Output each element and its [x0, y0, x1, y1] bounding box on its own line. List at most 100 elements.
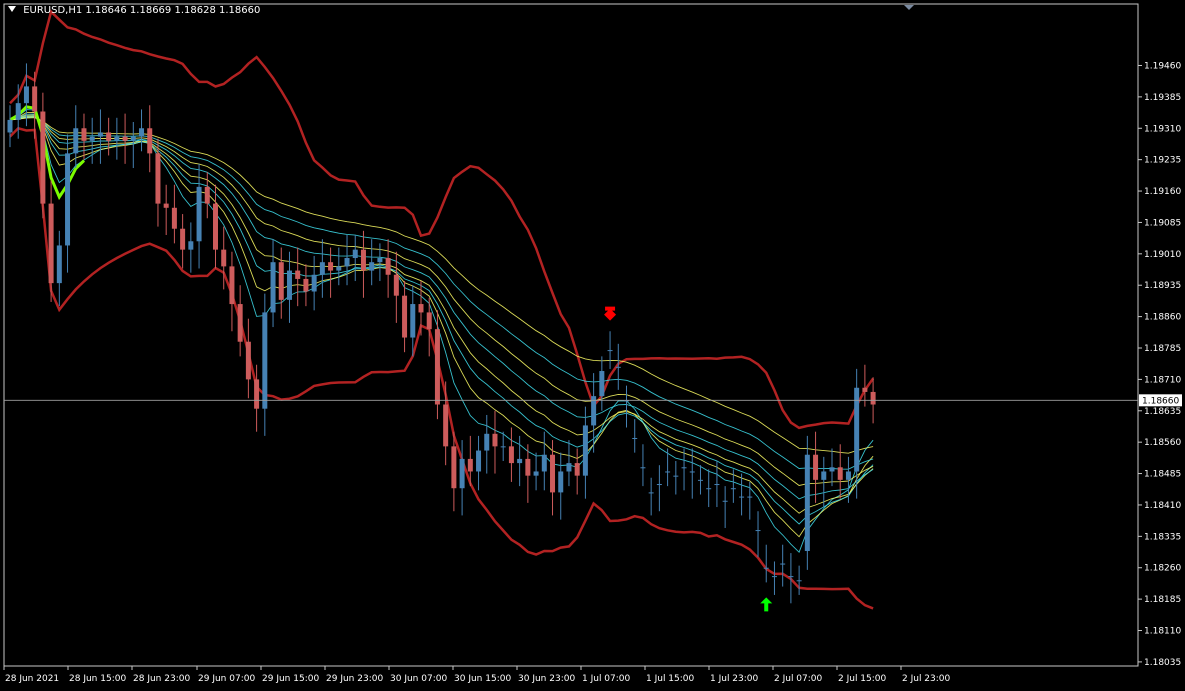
- y-tick-label: 1.18935: [1144, 281, 1181, 291]
- candle-body: [755, 530, 761, 532]
- candle-body: [303, 278, 309, 292]
- candle: [574, 448, 580, 495]
- candle-body: [550, 454, 556, 493]
- x-tick-label: 29 Jun 07:00: [198, 674, 255, 684]
- candle-body: [270, 262, 276, 313]
- candle-body: [459, 458, 465, 489]
- candle-body: [722, 500, 728, 502]
- candle-body: [15, 103, 21, 120]
- candle-body: [402, 295, 408, 338]
- candle-body: [147, 128, 153, 154]
- signal-arrows: [604, 306, 773, 612]
- candle-body: [821, 471, 827, 480]
- candle-body: [89, 136, 95, 141]
- candle: [673, 461, 679, 495]
- candle-body: [517, 458, 523, 464]
- candle: [344, 234, 350, 286]
- candle: [188, 222, 194, 273]
- candle: [295, 247, 301, 307]
- candle: [648, 477, 654, 516]
- candle: [697, 465, 703, 495]
- candle-body: [804, 454, 810, 551]
- candle: [689, 448, 695, 499]
- ema-line: [9, 116, 874, 486]
- candle-body: [106, 132, 112, 141]
- candle: [360, 230, 366, 298]
- candle-body: [525, 458, 531, 476]
- x-tick-label: 30 Jun 07:00: [390, 674, 447, 684]
- y-tick-label: 1.19010: [1144, 250, 1181, 260]
- y-tick-label: 1.18260: [1144, 564, 1181, 574]
- candle-body: [706, 488, 712, 490]
- candle: [97, 109, 103, 164]
- candle: [7, 105, 13, 148]
- x-tick-label: 28 Jun 2021: [5, 674, 59, 684]
- candle: [525, 444, 531, 503]
- candle: [813, 431, 819, 503]
- candle: [171, 184, 177, 244]
- candle: [106, 117, 112, 156]
- candle: [443, 381, 449, 466]
- candle: [796, 565, 802, 595]
- sell-arrow-icon: [604, 306, 617, 321]
- candle: [484, 414, 490, 474]
- candle-body: [566, 463, 572, 472]
- x-tick-label: 1 Jul 23:00: [710, 674, 759, 684]
- y-tick-label: 1.18185: [1144, 595, 1181, 605]
- candle-body: [681, 467, 687, 469]
- candle-body: [508, 446, 514, 464]
- dropdown-triangle-icon[interactable]: [8, 6, 16, 12]
- candle-body: [673, 475, 679, 477]
- candle-body: [632, 437, 638, 439]
- candle-body: [418, 304, 424, 313]
- candle: [56, 230, 62, 307]
- candle: [237, 285, 243, 357]
- candle-body: [23, 86, 29, 104]
- candle-body: [426, 312, 432, 330]
- candle-body: [665, 471, 671, 473]
- candle-body: [139, 128, 145, 137]
- candle-body: [763, 567, 769, 569]
- chart-window[interactable]: 1.19460 1.19385 1.19310 1.19235 1.19160 1.190…: [0, 0, 1185, 691]
- candle-body: [788, 576, 794, 578]
- candle-body: [714, 484, 720, 486]
- candle: [615, 343, 621, 390]
- candle: [402, 281, 408, 353]
- candle-body: [56, 245, 62, 284]
- candle-body: [862, 387, 868, 392]
- candle: [270, 239, 276, 328]
- candle-body: [97, 132, 103, 137]
- candle-body: [443, 404, 449, 447]
- candle-body: [311, 274, 317, 292]
- candle: [640, 444, 646, 487]
- candle-body: [813, 454, 819, 480]
- candle: [426, 297, 432, 357]
- candle-body: [434, 329, 440, 405]
- candle: [213, 184, 218, 269]
- candle-body: [541, 454, 547, 472]
- candle-body: [484, 433, 490, 451]
- candle: [278, 247, 284, 319]
- candle-body: [558, 471, 564, 493]
- candle-body: [640, 467, 646, 469]
- candle-body: [837, 467, 843, 480]
- candle: [303, 264, 309, 307]
- y-tick-label: 1.18335: [1144, 532, 1181, 542]
- candle-body: [796, 580, 802, 582]
- candle: [229, 251, 235, 332]
- candle-body: [7, 119, 13, 133]
- y-tick-label: 1.18410: [1144, 501, 1181, 511]
- candle-body: [648, 492, 654, 494]
- candle: [533, 452, 539, 491]
- candle-body: [410, 304, 416, 338]
- candle: [89, 117, 95, 164]
- candle-body: [122, 136, 128, 141]
- y-tick-label: 1.19460: [1144, 61, 1181, 71]
- price-chart[interactable]: 1.19460 1.19385 1.19310 1.19235 1.19160 1.190…: [0, 0, 1185, 691]
- candle-body: [204, 186, 210, 204]
- candle-body: [739, 496, 745, 498]
- y-tick-label: 1.19235: [1144, 156, 1181, 166]
- candle-body: [870, 391, 876, 405]
- candle-body: [40, 111, 46, 204]
- x-tick-label: 2 Jul 23:00: [902, 674, 951, 684]
